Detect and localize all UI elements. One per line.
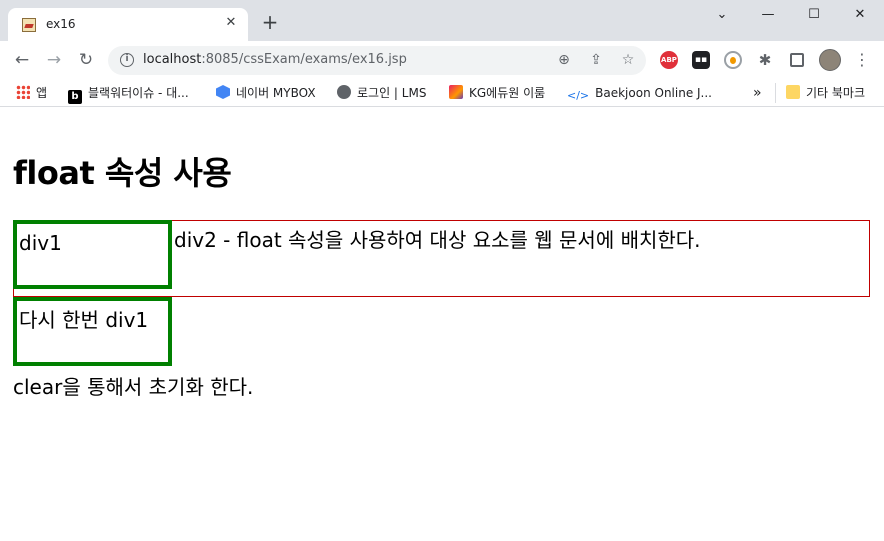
tab-search-button[interactable]: ⌄ — [699, 0, 745, 32]
bookmark-lms-login[interactable]: 로그인 | LMS — [337, 85, 426, 101]
tab-title: ex16 — [46, 17, 76, 31]
extension-icon[interactable] — [724, 51, 742, 69]
bookmark-kg-eduone[interactable]: KG에듀원 이룸 — [449, 85, 545, 101]
bookmark-apps[interactable]: 앱 — [16, 85, 47, 101]
close-window-button[interactable]: ✕ — [837, 0, 883, 32]
bookmarks-bar: 앱 b 블랙워터이슈 - 대... 네이버 MYBOX 로그인 | LMS KG에… — [0, 79, 884, 107]
browser-menu-icon[interactable]: ⋮ — [853, 51, 871, 69]
naver-mybox-icon — [216, 85, 230, 99]
close-tab-icon[interactable]: ✕ — [222, 14, 240, 32]
bookmark-star-icon[interactable]: ☆ — [619, 51, 637, 69]
address-bar[interactable]: i localhost:8085/cssExam/exams/ex16.jsp … — [108, 46, 646, 75]
bookmark-baekjoon[interactable]: </> Baekjoon Online J... — [567, 85, 712, 102]
bookmarks-divider — [775, 83, 776, 103]
code-bracket-icon: </> — [567, 89, 590, 102]
browser-tab[interactable]: ex16 ✕ — [8, 8, 248, 41]
forward-button[interactable]: → — [43, 49, 65, 71]
globe-icon — [337, 85, 351, 99]
clear-text: clear을 통해서 초기화 한다. — [13, 375, 254, 399]
site-info-icon[interactable]: i — [120, 53, 134, 67]
url-text[interactable]: localhost:8085/cssExam/exams/ex16.jsp — [143, 52, 407, 67]
kg-logo-icon — [449, 85, 463, 99]
tampermonkey-icon[interactable]: ▪▪ — [692, 51, 710, 69]
other-bookmarks-folder[interactable]: 기타 북마크 — [786, 85, 865, 101]
profile-avatar[interactable] — [819, 49, 841, 71]
page-heading: float 속성 사용 — [13, 154, 232, 192]
extensions-puzzle-icon[interactable]: ✱ — [756, 51, 774, 69]
folder-icon — [786, 85, 800, 99]
zoom-icon[interactable]: ⊕ — [555, 51, 573, 69]
bookmark-naver-mybox[interactable]: 네이버 MYBOX — [216, 85, 316, 101]
tab-strip: ex16 ✕ + ⌄ — ☐ ✕ — [0, 0, 884, 41]
back-button[interactable]: ← — [11, 49, 33, 71]
page-favicon-icon — [22, 18, 36, 32]
side-panel-icon[interactable] — [790, 53, 804, 67]
div1-float-box: div1 — [13, 220, 172, 289]
new-tab-button[interactable]: + — [260, 12, 280, 33]
apps-grid-icon — [16, 85, 30, 99]
reload-button[interactable]: ↻ — [75, 49, 97, 71]
b-logo-icon: b — [68, 90, 82, 104]
maximize-button[interactable]: ☐ — [791, 0, 837, 32]
div1-second-box: 다시 한번 div1 — [13, 297, 172, 366]
browser-toolbar: ← → ↻ i localhost:8085/cssExam/exams/ex1… — [0, 41, 884, 79]
minimize-button[interactable]: — — [745, 0, 791, 32]
adblock-plus-icon[interactable]: ABP — [660, 51, 678, 69]
page-viewport: float 속성 사용 div1 div2 - float 속성을 사용하여 대… — [0, 108, 884, 541]
bookmarks-overflow-button[interactable]: » — [753, 85, 762, 101]
div2-text: div2 - float 속성을 사용하여 대상 요소를 웹 문서에 배치한다. — [174, 228, 701, 252]
share-icon[interactable]: ⇪ — [587, 51, 605, 69]
bookmark-blackwater[interactable]: b 블랙워터이슈 - 대... — [68, 85, 189, 104]
